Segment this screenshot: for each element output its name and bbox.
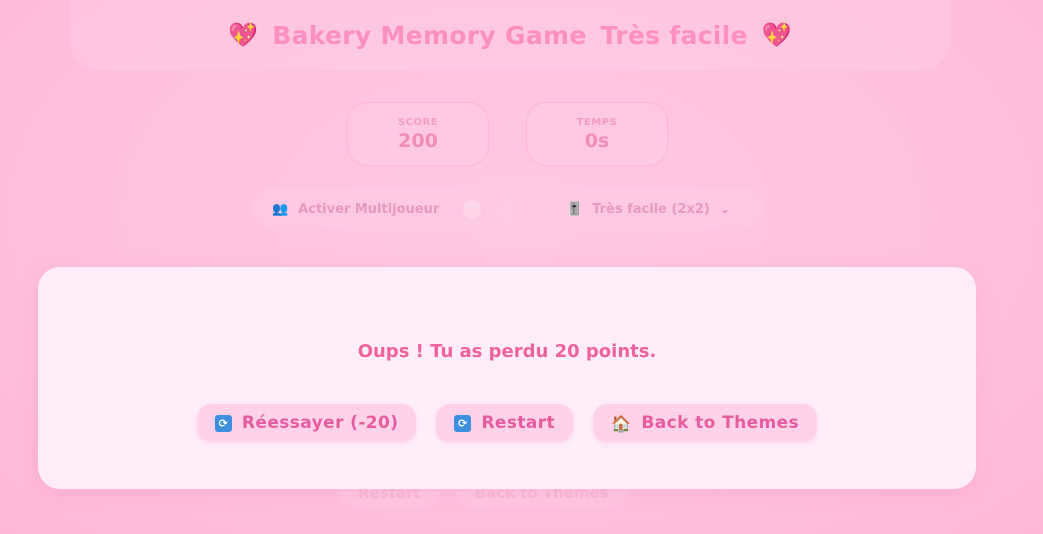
score-label: SCORE: [397, 116, 439, 128]
back-to-themes-button[interactable]: 🏠 Back to Themes: [593, 404, 818, 442]
difficulty-select-value: Très facile (2x2): [592, 201, 710, 217]
people-icon: 👥: [272, 201, 289, 217]
retry-button[interactable]: ⟳ Réessayer (-20): [196, 404, 417, 442]
refresh-icon: ⟳: [454, 414, 472, 432]
refresh-icon: ⟳: [214, 414, 232, 432]
chevron-down-icon: ⌄: [719, 202, 730, 216]
page-title: Bakery Memory Game: [272, 20, 587, 50]
time-card: TEMPS 0s: [526, 102, 668, 166]
time-label: TEMPS: [576, 116, 618, 128]
house-icon: 🏠: [611, 413, 632, 433]
score-card: SCORE 200: [347, 102, 489, 166]
difficulty-title: Très facile: [600, 20, 748, 50]
heart-icon: 💖: [761, 21, 792, 49]
result-modal: Oups ! Tu as perdu 20 points. ⟳ Réessaye…: [38, 267, 976, 489]
modal-button-row: ⟳ Réessayer (-20) ⟳ Restart 🏠 Back to Th…: [38, 404, 976, 442]
game-header: 💖 Bakery Memory Game Très facile 💖: [70, 0, 950, 70]
retry-label: Réessayer (-20): [241, 413, 399, 433]
multiplayer-toggle[interactable]: 👥 Activer Multijoueur: [252, 188, 518, 230]
multiplayer-label: Activer Multijoueur: [298, 201, 440, 217]
time-value: 0s: [584, 129, 610, 152]
restart-button[interactable]: ⟳ Restart: [436, 404, 574, 442]
modal-message: Oups ! Tu as perdu 20 points.: [357, 341, 657, 362]
score-value: 200: [398, 129, 438, 152]
difficulty-select[interactable]: 🎚️ Très facile (2x2) ⌄: [546, 188, 764, 230]
heart-icon: 💖: [228, 21, 259, 49]
restart-label: Restart: [481, 413, 556, 433]
slider-icon: 🎚️: [566, 201, 583, 217]
toggle-switch[interactable]: [463, 200, 482, 218]
back-label: Back to Themes: [641, 413, 800, 433]
